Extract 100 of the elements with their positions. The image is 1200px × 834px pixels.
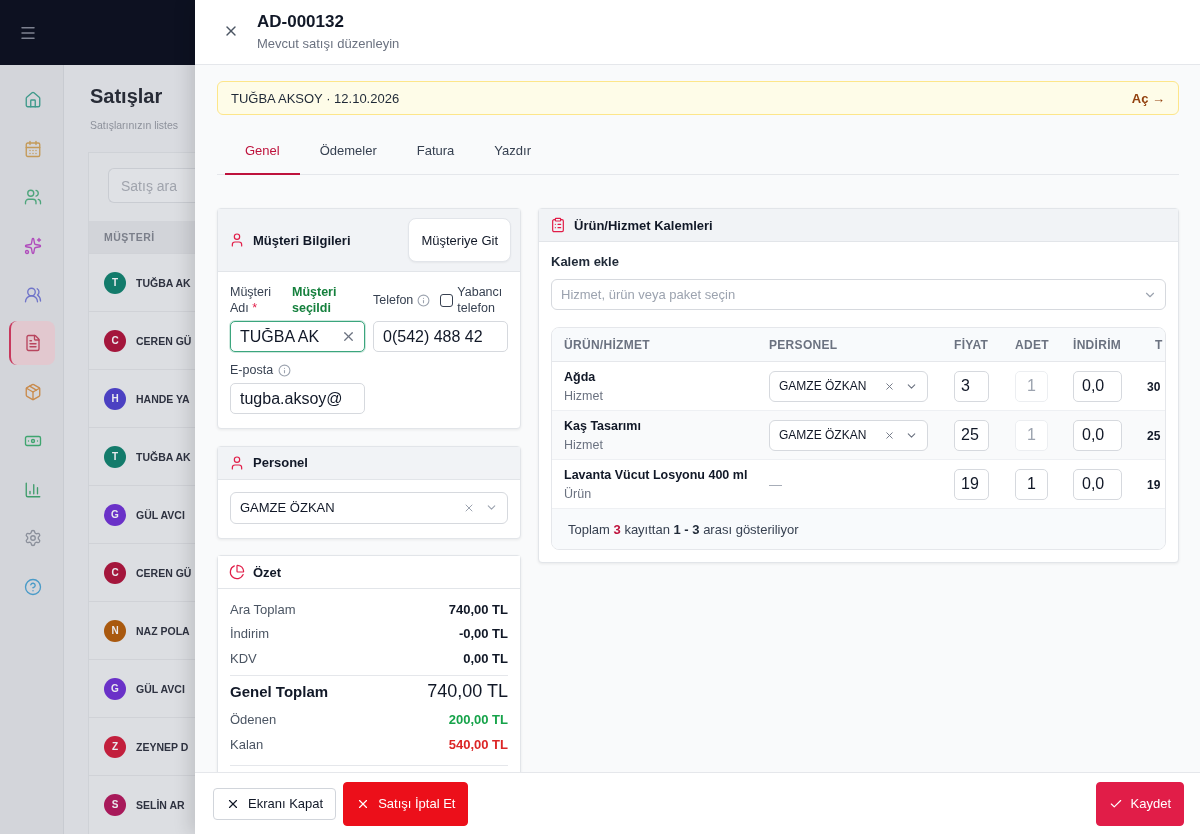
page-title: Satışlar	[90, 85, 164, 107]
banner-text: TUĞBA AKSOY · 12.10.2026	[231, 90, 400, 106]
field-label: Kalem ekle	[551, 254, 620, 270]
help-icon	[24, 577, 42, 596]
package-icon	[24, 383, 42, 402]
clear-icon[interactable]	[341, 329, 356, 344]
clear-icon[interactable]	[884, 380, 895, 392]
summary-value: 540,00 TL	[448, 736, 508, 752]
settings-icon	[24, 529, 42, 548]
customer-name: ZEYNEP D	[136, 740, 189, 753]
discount-field[interactable]: 0,0	[1073, 468, 1122, 500]
email-field[interactable]: tugba.aksoy@	[230, 383, 365, 414]
item-name: Ağda	[564, 368, 596, 386]
empty-value: —	[769, 477, 782, 492]
summary-label: KDV	[230, 650, 257, 666]
go-to-customer-button[interactable]: Müşteriye Git	[408, 218, 511, 262]
discount-field[interactable]: 0,0	[1073, 370, 1122, 402]
card-title: Müşteri Bilgileri	[253, 232, 352, 248]
customer-name: GÜL AVCI	[136, 508, 185, 521]
staff-select[interactable]: GAMZE ÖZKAN	[769, 419, 928, 451]
avatar: G	[104, 677, 126, 700]
avatar: T	[104, 445, 126, 468]
summary-label: Genel Toplam	[230, 683, 329, 700]
customer-name: SELİN AR	[136, 798, 185, 811]
user-icon	[229, 454, 245, 471]
customer-name: HANDE YA	[136, 392, 190, 405]
field-label: Müşteri Adı *	[230, 284, 272, 316]
item-name: Kaş Tasarımı	[564, 417, 641, 435]
save-button[interactable]: Kaydet	[1095, 781, 1184, 826]
avatar: S	[104, 793, 126, 816]
table-footer-text: Toplam 3 kayıttan 1 - 3 arası gösteriliyor	[568, 521, 799, 537]
summary-value: 740,00 TL	[448, 601, 508, 617]
cancel-sale-button[interactable]: Satışı İptal Et	[343, 781, 469, 826]
staff-select[interactable]: GAMZE ÖZKAN	[230, 491, 508, 524]
summary-label: Ara Toplam	[230, 601, 296, 617]
tab[interactable]: Yazdır	[474, 127, 551, 175]
card-title: Personel	[253, 455, 309, 470]
home-icon	[24, 91, 42, 109]
summary-value: -0,00 TL	[458, 626, 508, 642]
field-label: Telefon	[373, 292, 414, 308]
clear-icon[interactable]	[884, 429, 895, 441]
avatar: H	[104, 387, 126, 410]
customer-name-field[interactable]: TUĞBA AK	[230, 321, 365, 352]
bar-chart-icon	[24, 480, 42, 499]
column-header: İNDİRİM	[1073, 337, 1122, 352]
clipboard-icon	[550, 217, 566, 233]
info-icon	[417, 293, 431, 307]
avatar: T	[104, 271, 126, 294]
avatar: G	[104, 503, 126, 526]
summary-value: 200,00 TL	[448, 712, 508, 728]
sidebar-item[interactable]	[9, 321, 55, 366]
summary-value: 0,00 TL	[463, 650, 508, 666]
user-icon	[229, 232, 245, 248]
item-total: 19	[1147, 478, 1161, 492]
column-header: FİYAT	[954, 337, 989, 352]
open-link[interactable]: Aç →	[1131, 90, 1165, 106]
price-field[interactable]: 25	[954, 419, 989, 451]
customer-name: CEREN GÜ	[136, 334, 192, 347]
price-field[interactable]: 19	[954, 468, 989, 500]
item-name: Lavanta Vücut Losyonu 400 ml	[564, 466, 748, 484]
phone-field[interactable]: 0(542) 488 42	[373, 321, 508, 352]
info-icon	[278, 363, 292, 377]
tab[interactable]: Ödemeler	[299, 127, 397, 175]
field-label: E-posta	[230, 362, 274, 378]
customer-name: TUĞBA AK	[136, 450, 191, 463]
quantity-field[interactable]: 1	[1015, 468, 1048, 500]
drawer-subtitle: Mevcut satışı düzenleyin	[257, 35, 400, 53]
users-icon	[24, 188, 42, 207]
item-select[interactable]: Hizmet, ürün veya paket seçin	[551, 279, 1166, 310]
tab[interactable]: Fatura	[396, 127, 475, 175]
summary-label: Kalan	[230, 736, 264, 752]
page-subtitle: Satışlarınızın listes	[90, 119, 180, 132]
item-type: Hizmet	[564, 436, 603, 454]
column-header: ADET	[1015, 337, 1049, 352]
drawer-title: AD-000132	[257, 11, 344, 33]
discount-field[interactable]: 0,0	[1073, 419, 1122, 451]
item-total: 30	[1147, 380, 1161, 394]
close-screen-button[interactable]: Ekranı Kapat	[213, 787, 337, 820]
status-text: Müşteri seçildi	[292, 284, 338, 316]
avatar: C	[104, 561, 126, 584]
summary-label: Ödenen	[230, 712, 277, 728]
tab[interactable]: Genel	[225, 127, 300, 175]
item-total: 25	[1147, 429, 1161, 443]
customer-name: CEREN GÜ	[136, 566, 192, 579]
users-icon	[24, 285, 42, 304]
checkbox-label: Yabancı telefon	[457, 284, 504, 316]
avatar: Z	[104, 735, 126, 758]
calendar-icon	[24, 139, 42, 158]
staff-select[interactable]: GAMZE ÖZKAN	[769, 370, 928, 402]
search-field[interactable]: Satış ara	[108, 168, 195, 203]
summary-label: İndirim	[230, 626, 269, 642]
checkbox[interactable]	[440, 293, 454, 307]
avatar: N	[104, 619, 126, 642]
column-header: MÜŞTERİ	[104, 231, 155, 243]
column-header: ÜRÜN/HİZMET	[564, 337, 650, 352]
pie-chart-icon	[229, 564, 245, 580]
customer-name: TUĞBA AK	[136, 276, 191, 289]
price-field[interactable]: 3	[954, 370, 989, 402]
summary-value: 740,00 TL	[427, 681, 508, 702]
sparkles-icon	[24, 237, 42, 256]
